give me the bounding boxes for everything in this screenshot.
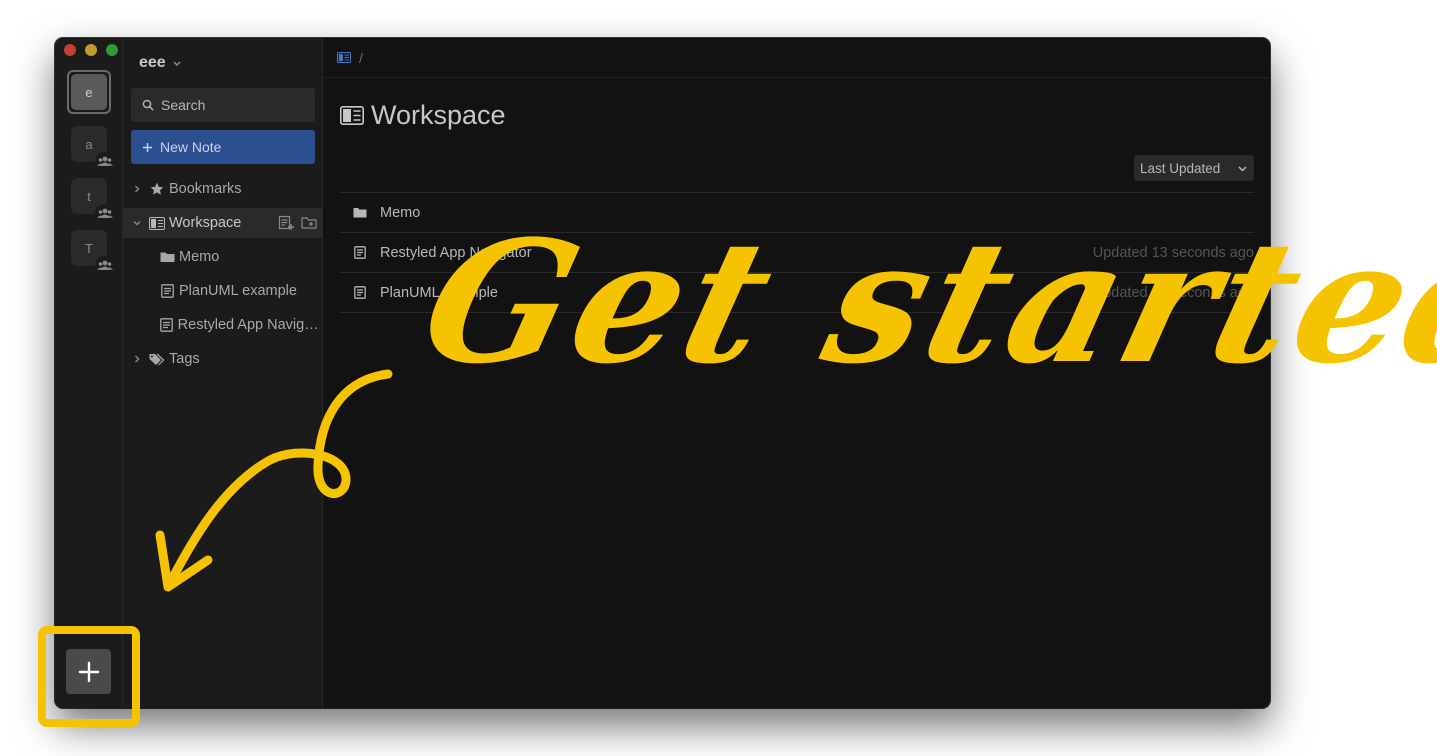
chevron-down-icon[interactable] xyxy=(123,218,147,228)
workspace-rail: e a t T xyxy=(55,38,123,708)
folder-icon xyxy=(340,207,380,218)
sidebar-item-planuml-example[interactable]: PlanUML example xyxy=(123,276,323,306)
note-icon xyxy=(157,284,177,298)
sidebar-item-label: Tags xyxy=(169,351,200,367)
rail-workspace-letter: e xyxy=(71,74,107,110)
rail-workspace-a[interactable]: a xyxy=(71,126,115,170)
list-item[interactable]: Restyled App Navigator Updated 13 second… xyxy=(340,233,1254,273)
main-content: / Workspace Last Updated Memo Restyled A… xyxy=(323,38,1270,708)
workspace-switcher[interactable]: eee xyxy=(139,54,182,72)
sidebar-item-label: Bookmarks xyxy=(169,181,242,197)
sort-select[interactable]: Last Updated xyxy=(1134,155,1254,181)
list-item-name: PlanUML example xyxy=(380,284,498,301)
page-title-text: Workspace xyxy=(371,100,506,130)
list-item-name: Memo xyxy=(380,204,421,221)
star-icon xyxy=(147,182,167,196)
rail-workspace-t[interactable]: t xyxy=(71,178,115,222)
note-icon xyxy=(340,246,380,259)
tags-icon xyxy=(147,353,167,366)
sort-select-value: Last Updated xyxy=(1140,160,1221,176)
rail-workspace-T[interactable]: T xyxy=(71,230,115,274)
workspace-icon[interactable] xyxy=(337,52,351,63)
workspace-icon xyxy=(147,216,167,230)
chevron-down-icon xyxy=(1238,165,1247,172)
content-list: Memo Restyled App Navigator Updated 13 s… xyxy=(340,192,1254,313)
breadcrumb: / xyxy=(323,38,1270,78)
page-title: Workspace xyxy=(340,100,506,131)
sidebar-item-label: PlanUML example xyxy=(179,283,297,299)
sidebar-item-memo[interactable]: Memo xyxy=(123,242,323,272)
add-workspace-button[interactable] xyxy=(66,649,111,694)
new-note-icon[interactable] xyxy=(278,215,294,231)
list-item-updated: Updated 13 seconds ago xyxy=(1092,284,1254,301)
workspace-name: eee xyxy=(139,54,166,71)
new-note-label: New Note xyxy=(160,139,222,155)
navigation-sidebar: eee Search New Note Bookmarks Workspace … xyxy=(123,38,323,708)
search-button[interactable]: Search xyxy=(131,88,315,122)
rail-workspace-letter: a xyxy=(85,136,93,152)
window-controls xyxy=(64,44,118,56)
shared-users-icon xyxy=(95,152,115,170)
workspace-icon xyxy=(340,106,364,125)
rail-workspace-letter: t xyxy=(87,188,91,204)
close-window-button[interactable] xyxy=(64,44,76,56)
maximize-window-button[interactable] xyxy=(106,44,118,56)
minimize-window-button[interactable] xyxy=(85,44,97,56)
sidebar-item-tags[interactable]: Tags xyxy=(123,344,323,374)
list-item-name: Restyled App Navigator xyxy=(380,244,532,261)
app-window: e a t T eee Search New Note Bookmarks Wo… xyxy=(55,38,1270,708)
list-item[interactable]: PlanUML example Updated 13 seconds ago xyxy=(340,273,1254,313)
chevron-right-icon[interactable] xyxy=(123,354,147,364)
new-folder-icon[interactable] xyxy=(301,215,319,231)
breadcrumb-separator: / xyxy=(359,49,363,66)
chevron-right-icon[interactable] xyxy=(123,184,147,194)
shared-users-icon xyxy=(95,204,115,222)
note-icon xyxy=(157,318,176,332)
new-note-button[interactable]: New Note xyxy=(131,130,315,164)
chevron-down-icon xyxy=(173,61,181,66)
sidebar-item-label: Workspace xyxy=(169,215,242,231)
search-icon xyxy=(142,99,154,111)
sidebar-item-label: Restyled App Navigator xyxy=(177,317,319,333)
sidebar-item-bookmarks[interactable]: Bookmarks xyxy=(123,174,323,204)
search-label: Search xyxy=(161,97,206,113)
shared-users-icon xyxy=(95,256,115,274)
workspace-actions xyxy=(278,215,319,231)
list-item[interactable]: Memo xyxy=(340,193,1254,233)
list-item-updated: Updated 13 seconds ago xyxy=(1092,244,1254,261)
folder-icon xyxy=(157,251,177,263)
plus-icon xyxy=(143,142,152,152)
sidebar-item-label: Memo xyxy=(179,249,220,265)
rail-workspace-e[interactable]: e xyxy=(67,70,111,114)
plus-icon xyxy=(78,661,99,682)
sidebar-item-restyled-app-navigator[interactable]: Restyled App Navigator xyxy=(123,310,323,340)
note-icon xyxy=(340,286,380,299)
rail-workspace-letter: T xyxy=(85,240,93,256)
sidebar-item-workspace[interactable]: Workspace xyxy=(123,208,323,238)
